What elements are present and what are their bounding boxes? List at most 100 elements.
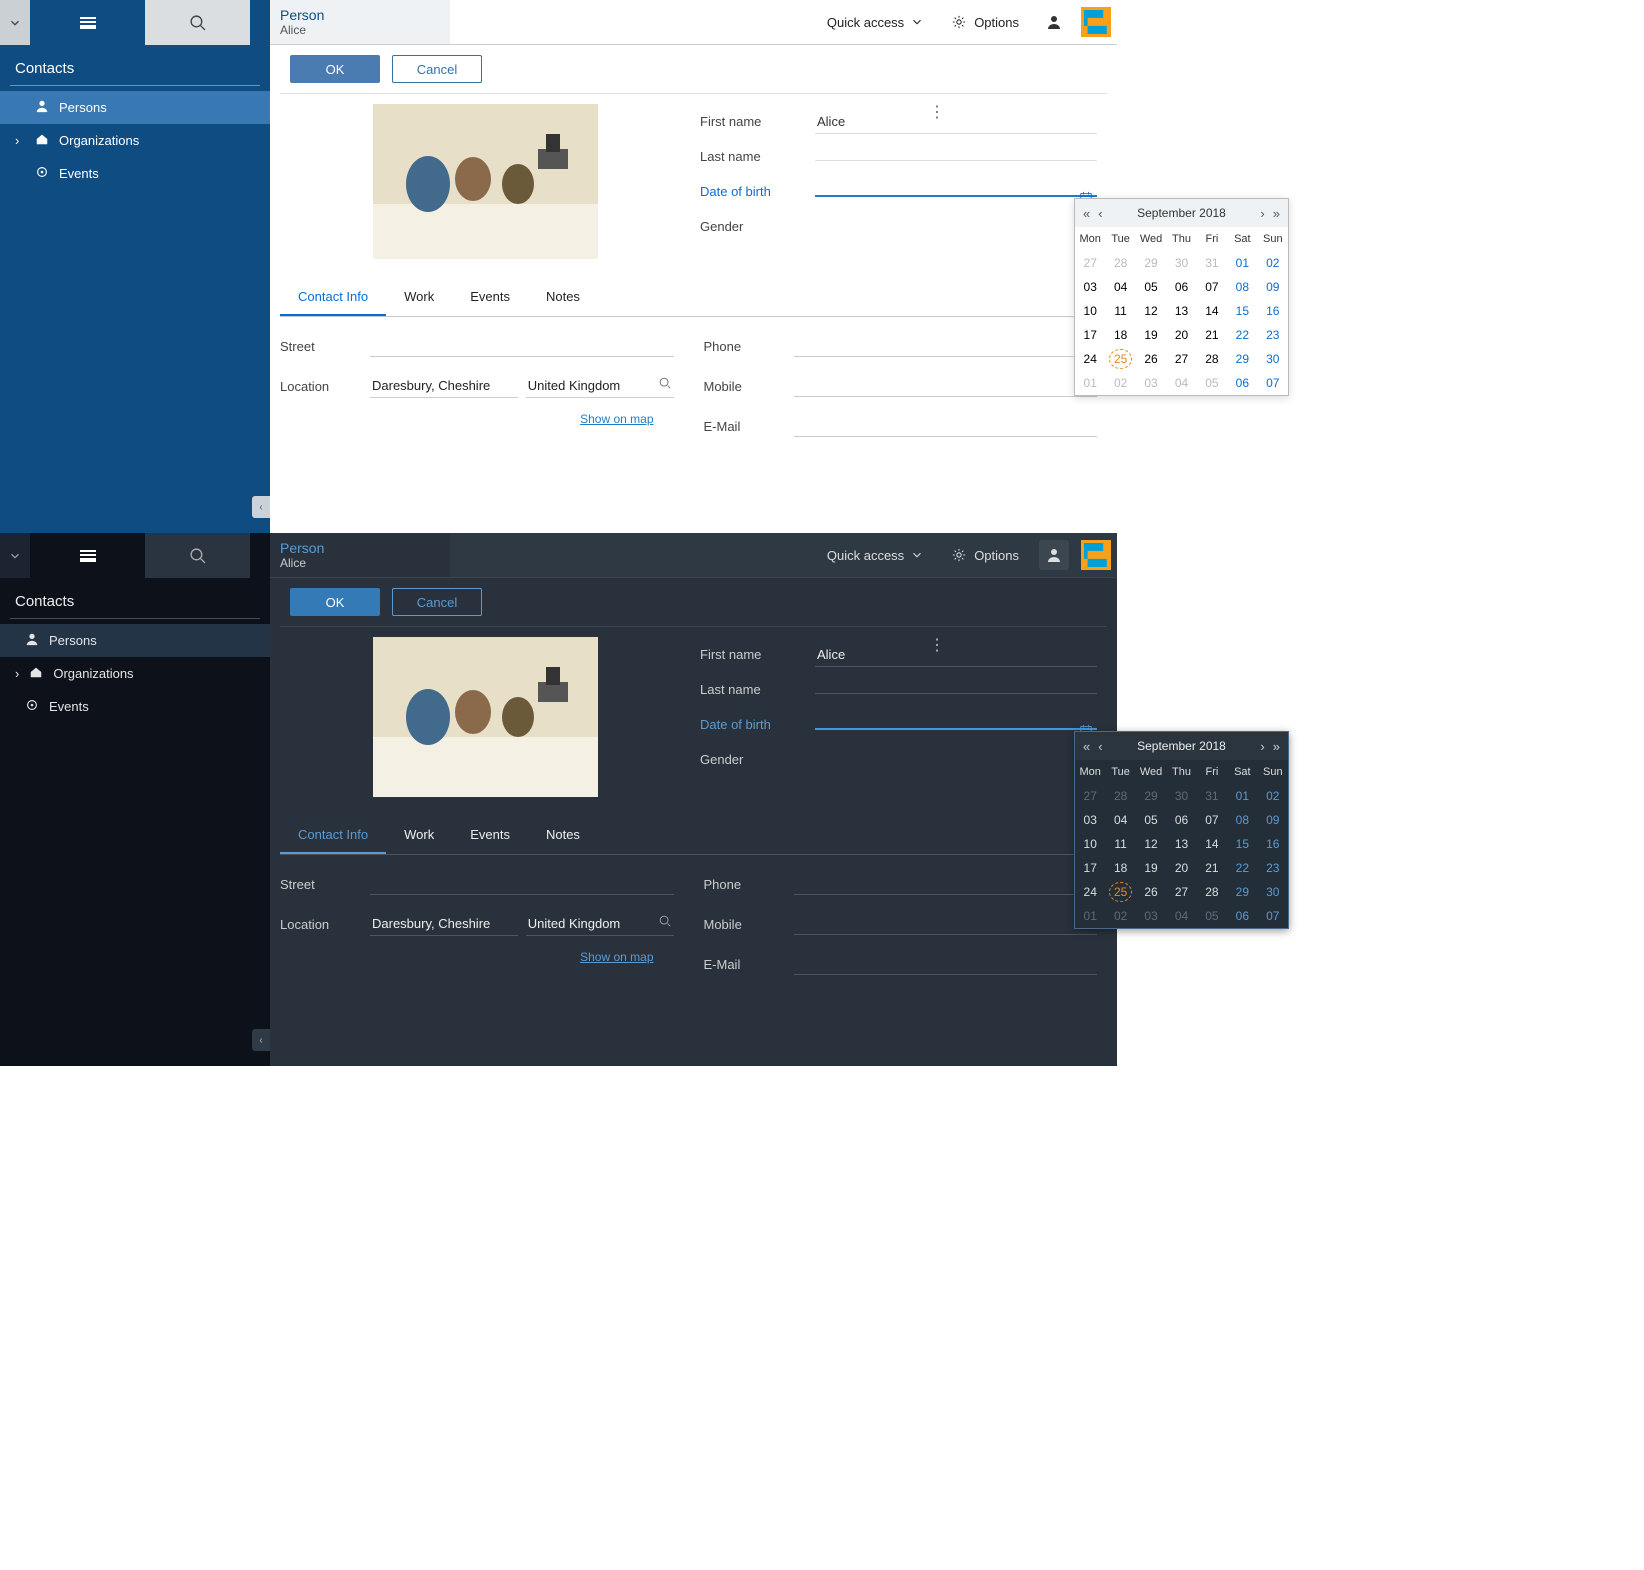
cal-prev-year[interactable]: « [1081, 737, 1092, 756]
cal-day[interactable]: 03 [1136, 904, 1166, 928]
cancel-button[interactable]: Cancel [392, 588, 482, 616]
cal-day[interactable]: 12 [1136, 299, 1166, 323]
cal-day[interactable]: 06 [1166, 808, 1196, 832]
sidebar-item-persons[interactable]: Persons [0, 91, 270, 124]
cal-day[interactable]: 02 [1105, 371, 1135, 395]
cal-day[interactable]: 25 [1105, 880, 1135, 904]
country-field[interactable]: United Kingdom [526, 912, 674, 936]
country-field[interactable]: United Kingdom [526, 374, 674, 398]
cal-day[interactable]: 27 [1075, 784, 1105, 808]
breadcrumb-tile[interactable]: Person Alice [270, 533, 450, 577]
cal-day[interactable]: 02 [1258, 251, 1288, 275]
cal-day[interactable]: 25 [1105, 347, 1135, 371]
cal-day[interactable]: 28 [1105, 251, 1135, 275]
ok-button[interactable]: OK [290, 588, 380, 616]
sidebar-item-events[interactable]: Events [0, 690, 270, 723]
first-name-field[interactable]: Alice [815, 110, 1097, 134]
cal-day[interactable]: 16 [1258, 299, 1288, 323]
last-name-field[interactable] [815, 685, 1097, 694]
cal-prev-month[interactable]: ‹ [1096, 737, 1104, 756]
cal-day[interactable]: 06 [1227, 904, 1257, 928]
cal-next-month[interactable]: › [1258, 204, 1266, 223]
sidebar-tab-search[interactable] [145, 0, 250, 45]
cal-day[interactable]: 08 [1227, 275, 1257, 299]
sidebar-collapse-button[interactable]: ‹ [252, 496, 270, 518]
cal-day[interactable]: 08 [1227, 808, 1257, 832]
first-name-field[interactable]: Alice [815, 643, 1097, 667]
cal-day[interactable]: 06 [1227, 371, 1257, 395]
cal-day[interactable]: 04 [1166, 904, 1196, 928]
cal-day[interactable]: 02 [1258, 784, 1288, 808]
sidebar-item-persons[interactable]: Persons [0, 624, 270, 657]
cal-day[interactable]: 19 [1136, 856, 1166, 880]
cal-day[interactable]: 05 [1197, 371, 1227, 395]
cal-day[interactable]: 26 [1136, 880, 1166, 904]
cal-day[interactable]: 29 [1227, 880, 1257, 904]
tab-work[interactable]: Work [386, 279, 452, 316]
cal-day[interactable]: 07 [1258, 371, 1288, 395]
cal-day[interactable]: 23 [1258, 856, 1288, 880]
cal-day[interactable]: 24 [1075, 880, 1105, 904]
tab-contact-info[interactable]: Contact Info [280, 279, 386, 316]
sidebar-collapse-button[interactable]: ‹ [252, 1029, 270, 1051]
photo-menu-icon[interactable] [929, 102, 945, 122]
cal-prev-month[interactable]: ‹ [1096, 204, 1104, 223]
cal-day[interactable]: 07 [1197, 808, 1227, 832]
cal-day[interactable]: 26 [1136, 347, 1166, 371]
cal-day[interactable]: 18 [1105, 323, 1135, 347]
cal-day[interactable]: 18 [1105, 856, 1135, 880]
user-menu[interactable] [1039, 7, 1069, 37]
quick-access-menu[interactable]: Quick access [813, 548, 938, 563]
cal-day[interactable]: 15 [1227, 832, 1257, 856]
calendar-title[interactable]: September 2018 [1137, 206, 1226, 220]
cal-day[interactable]: 04 [1105, 275, 1135, 299]
dob-field[interactable] [815, 720, 1097, 730]
country-search-icon[interactable] [658, 914, 672, 931]
show-on-map-link[interactable]: Show on map [280, 950, 674, 964]
cal-day[interactable]: 21 [1197, 856, 1227, 880]
country-search-icon[interactable] [658, 376, 672, 393]
cal-day[interactable]: 17 [1075, 856, 1105, 880]
cal-day[interactable]: 21 [1197, 323, 1227, 347]
cal-next-year[interactable]: » [1271, 737, 1282, 756]
user-menu[interactable] [1039, 540, 1069, 570]
tab-notes[interactable]: Notes [528, 817, 598, 854]
sidebar-collapse-chevron[interactable] [0, 533, 30, 578]
cal-day[interactable]: 13 [1166, 299, 1196, 323]
cal-day[interactable]: 07 [1258, 904, 1288, 928]
cal-day[interactable]: 27 [1166, 880, 1196, 904]
cal-day[interactable]: 27 [1075, 251, 1105, 275]
cal-day[interactable]: 31 [1197, 251, 1227, 275]
cal-day[interactable]: 01 [1075, 904, 1105, 928]
cal-day[interactable]: 11 [1105, 299, 1135, 323]
sidebar-item-organizations[interactable]: ›Organizations [0, 657, 270, 690]
cal-day[interactable]: 05 [1136, 275, 1166, 299]
mobile-field[interactable] [794, 913, 1098, 935]
tab-contact-info[interactable]: Contact Info [280, 817, 386, 854]
cal-day[interactable]: 01 [1075, 371, 1105, 395]
cal-day[interactable]: 16 [1258, 832, 1288, 856]
show-on-map-link[interactable]: Show on map [280, 412, 674, 426]
cal-day[interactable]: 14 [1197, 832, 1227, 856]
tab-events[interactable]: Events [452, 279, 528, 316]
cal-day[interactable]: 05 [1136, 808, 1166, 832]
sidebar-tab-outline[interactable] [30, 533, 145, 578]
cal-day[interactable]: 30 [1166, 784, 1196, 808]
cal-day[interactable]: 22 [1227, 856, 1257, 880]
cal-day[interactable]: 01 [1227, 784, 1257, 808]
cal-day[interactable]: 23 [1258, 323, 1288, 347]
options-menu[interactable]: Options [938, 15, 1033, 30]
cal-day[interactable]: 07 [1197, 275, 1227, 299]
cal-day[interactable]: 27 [1166, 347, 1196, 371]
cal-day[interactable]: 01 [1227, 251, 1257, 275]
email-field[interactable] [794, 953, 1098, 975]
city-field[interactable]: Daresbury, Cheshire [370, 374, 518, 398]
cal-day[interactable]: 09 [1258, 275, 1288, 299]
dob-field[interactable] [815, 187, 1097, 197]
cal-day[interactable]: 29 [1227, 347, 1257, 371]
cal-day[interactable]: 11 [1105, 832, 1135, 856]
last-name-field[interactable] [815, 152, 1097, 161]
cal-day[interactable]: 09 [1258, 808, 1288, 832]
cal-day[interactable]: 14 [1197, 299, 1227, 323]
email-field[interactable] [794, 415, 1098, 437]
